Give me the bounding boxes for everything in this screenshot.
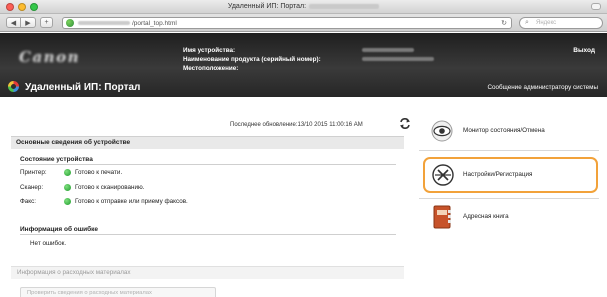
status-label: Принтер: bbox=[20, 169, 47, 176]
status-ok-icon bbox=[64, 184, 71, 191]
device-status-heading: Состояние устройства bbox=[20, 156, 93, 163]
check-consumables-button[interactable]: Проверить сведения о расходных материала… bbox=[20, 287, 216, 297]
window-titlebar: Удаленный ИП: Портал: bbox=[0, 0, 607, 14]
status-ok-icon bbox=[64, 198, 71, 205]
status-label: Сканер: bbox=[20, 184, 44, 191]
status-monitor-icon bbox=[431, 120, 453, 142]
side-item-label: Монитор состояния/Отмена bbox=[463, 127, 545, 134]
side-item-settings[interactable]: Настройки/Регистрация bbox=[427, 161, 597, 189]
error-text: Нет ошибок. bbox=[30, 240, 67, 247]
search-field[interactable]: ⌕ Яндекс bbox=[519, 17, 603, 29]
remote-ui-logo-icon bbox=[8, 81, 19, 92]
status-row-scanner: Сканер: Готово к сканированию. bbox=[20, 184, 144, 191]
brand-logo: Canon bbox=[19, 48, 80, 66]
device-info-values bbox=[362, 48, 434, 66]
address-bar[interactable]: /portal_top.html ↻ bbox=[62, 17, 512, 29]
side-item-label: Настройки/Регистрация bbox=[463, 171, 533, 178]
error-info-heading: Информация об ошибке bbox=[20, 226, 99, 233]
add-bookmark-button[interactable]: + bbox=[40, 17, 53, 28]
device-info: Имя устройства: Наименование продукта (с… bbox=[183, 46, 321, 73]
status-value: Готово к сканированию. bbox=[75, 184, 145, 191]
search-placeholder: Яндекс bbox=[536, 20, 557, 26]
side-item-status-monitor[interactable]: Монитор состояния/Отмена bbox=[427, 119, 597, 143]
status-ok-icon bbox=[64, 169, 71, 176]
consumables-heading: Информация о расходных материалах bbox=[11, 266, 404, 279]
divider bbox=[20, 164, 396, 165]
url-text: /portal_top.html bbox=[132, 19, 177, 27]
site-favicon-icon bbox=[66, 19, 74, 27]
device-basic-info-heading: Основные сведения об устройстве bbox=[11, 136, 404, 149]
refresh-icon[interactable] bbox=[398, 117, 412, 130]
nav-buttons: ◀ ▶ bbox=[6, 17, 36, 28]
app-title: Удаленный ИП: Портал bbox=[25, 82, 141, 93]
divider bbox=[419, 198, 599, 199]
status-label: Факс: bbox=[20, 198, 37, 205]
side-item-address-book[interactable]: Адресная книга bbox=[427, 203, 597, 231]
status-row-printer: Принтер: Готово к печати. bbox=[20, 169, 122, 176]
back-button[interactable]: ◀ bbox=[6, 17, 21, 28]
admin-contact-link[interactable]: Сообщение администратору системы bbox=[487, 84, 598, 91]
product-name-label: Наименование продукта (серийный номер): bbox=[183, 56, 321, 63]
logout-link[interactable]: Выход bbox=[573, 47, 595, 54]
status-value: Готово к отправке или приему факсов. bbox=[75, 198, 188, 205]
window-title-text: Удаленный ИП: Портал: bbox=[227, 3, 307, 10]
search-icon: ⌕ bbox=[525, 19, 529, 26]
window-title: Удаленный ИП: Портал: bbox=[0, 3, 607, 10]
last-updated-text: Последнее обновление:13/10 2015 11:00:16… bbox=[230, 122, 363, 128]
status-row-fax: Факс: Готово к отправке или приему факсо… bbox=[20, 198, 188, 205]
side-item-label: Адресная книга bbox=[463, 213, 509, 220]
status-value: Готово к печати. bbox=[75, 169, 123, 176]
address-book-icon bbox=[433, 205, 451, 229]
toolbar-toggle-button[interactable] bbox=[591, 3, 601, 10]
divider bbox=[419, 150, 599, 151]
divider bbox=[20, 234, 396, 235]
reload-icon[interactable]: ↻ bbox=[501, 19, 507, 27]
forward-button[interactable]: ▶ bbox=[21, 17, 36, 28]
location-label: Местоположение: bbox=[183, 65, 239, 72]
browser-toolbar: ◀ ▶ + /portal_top.html ↻ ⌕ Яндекс bbox=[0, 14, 607, 32]
device-name-label: Имя устройства: bbox=[183, 47, 236, 54]
portal-header: Canon Имя устройства: Наименование проду… bbox=[0, 33, 607, 97]
settings-icon bbox=[432, 164, 454, 186]
